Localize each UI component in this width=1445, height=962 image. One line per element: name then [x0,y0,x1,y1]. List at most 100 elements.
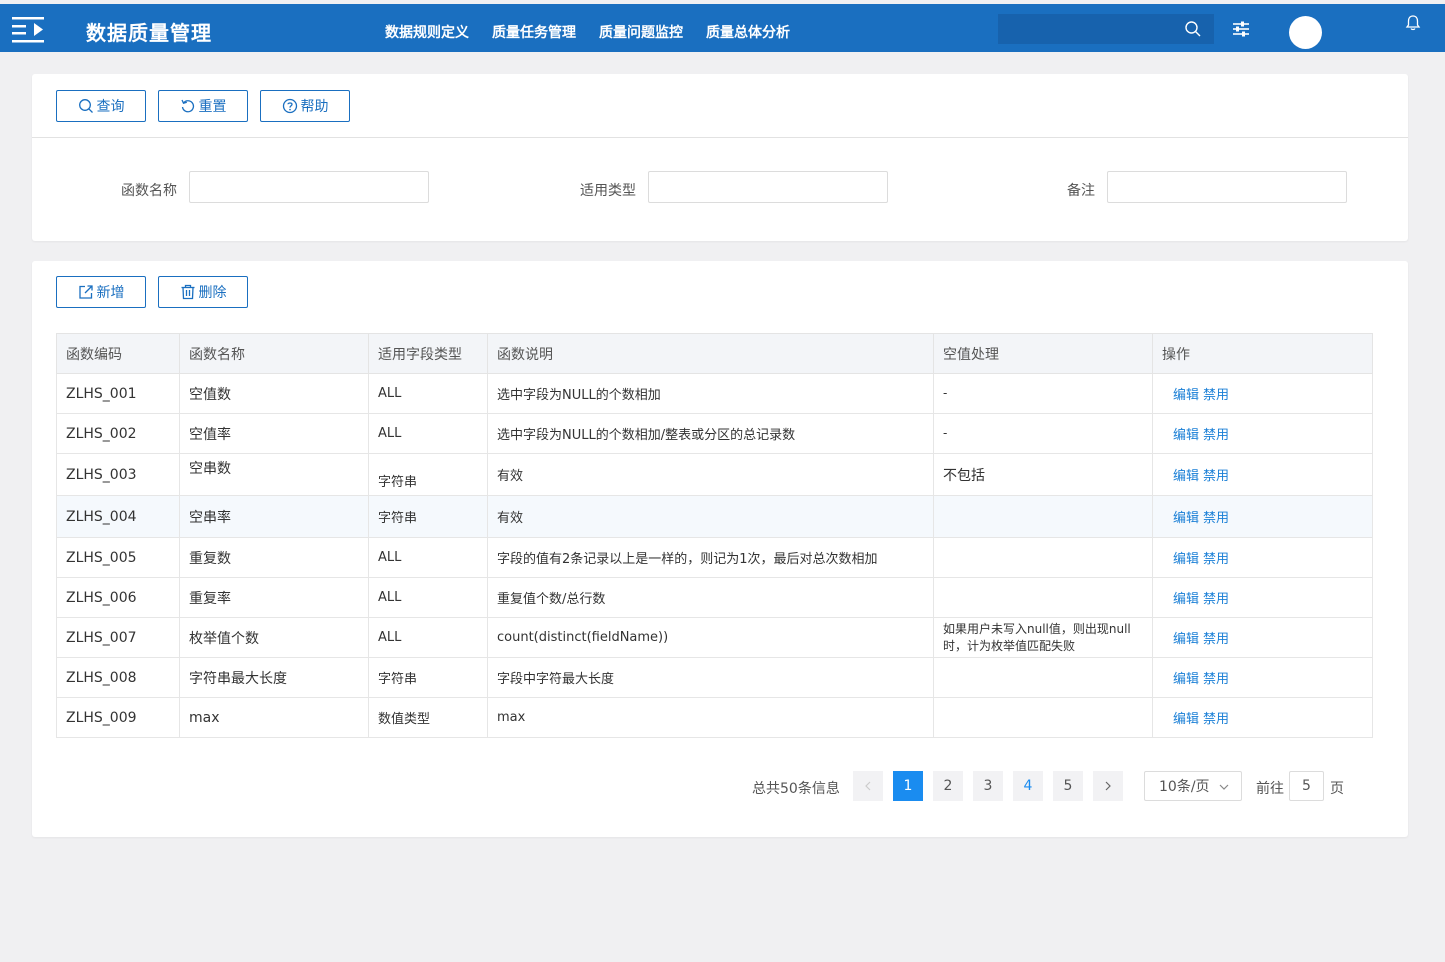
external-link-icon [78,285,93,299]
cell-type: ALL [368,577,488,618]
apply-type-input[interactable] [648,171,888,203]
cell-name: max [179,697,369,738]
function-table: 函数编码 函数名称 适用字段类型 函数说明 空值处理 操作 ZLHS_001 空… [56,333,1373,738]
query-button[interactable]: 查询 [56,90,146,122]
page-size-select[interactable]: 10条/页 [1144,771,1242,801]
delete-button[interactable]: 删除 [158,276,248,308]
disable-link[interactable]: 禁用 [1203,428,1229,443]
cell-null: - [933,373,1153,414]
cell-null [933,657,1153,698]
table-row[interactable]: ZLHS_002 空值率 ALL 选中字段为NULL的个数相加/整表或分区的总记… [56,413,1373,454]
edit-link[interactable]: 编辑 [1173,388,1199,403]
page-button-1[interactable]: 1 [893,771,923,801]
disable-link[interactable]: 禁用 [1203,632,1229,647]
edit-link[interactable]: 编辑 [1173,552,1199,567]
page-button-3[interactable]: 3 [973,771,1003,801]
edit-link[interactable]: 编辑 [1173,592,1199,607]
help-circle-icon [282,98,297,114]
prev-page-button[interactable] [853,771,883,801]
cell-code: ZLHS_008 [56,657,180,698]
search-icon[interactable] [1184,20,1202,38]
chevron-down-icon [1219,784,1229,790]
cell-type: 字符串 [368,657,488,698]
disable-link[interactable]: 禁用 [1203,511,1229,526]
reset-button[interactable]: 重置 [158,90,248,122]
page-button-2[interactable]: 2 [933,771,963,801]
trash-icon [181,284,194,300]
cell-type: ALL [368,617,488,658]
cell-null [933,577,1153,618]
nav-issue-monitoring[interactable]: 质量问题监控 [599,22,683,42]
query-button-label: 查询 [96,99,125,115]
help-button-label: 帮助 [300,99,329,115]
table-row[interactable]: ZLHS_004 空串率 字符串 有效 编辑 禁用 [56,495,1373,538]
table-row[interactable]: ZLHS_001 空值数 ALL 选中字段为NULL的个数相加 - 编辑 禁用 [56,373,1373,414]
search-icon [78,99,93,113]
cell-code: ZLHS_009 [56,697,180,738]
filter-panel: 查询 重置 帮助 函数名称 适用类型 备注 [32,74,1408,241]
menu-toggle-icon[interactable] [10,14,46,44]
col-header-null[interactable]: 空值处理 [933,333,1153,374]
cell-desc: 选中字段为NULL的个数相加 [487,373,934,414]
help-button[interactable]: 帮助 [260,90,350,122]
delete-button-label: 删除 [198,285,227,301]
edit-link[interactable]: 编辑 [1173,469,1199,484]
user-avatar[interactable] [1289,16,1322,49]
cell-desc: 字段中字符最大长度 [487,657,934,698]
table-row[interactable]: ZLHS_007 枚举值个数 ALL count(distinct(fieldN… [56,617,1373,658]
edit-link[interactable]: 编辑 [1173,672,1199,687]
col-header-name[interactable]: 函数名称 [179,333,369,374]
next-page-button[interactable] [1093,771,1123,801]
edit-link[interactable]: 编辑 [1173,511,1199,526]
app-title: 数据质量管理 [86,21,212,45]
cell-ops: 编辑 禁用 [1152,657,1373,698]
cell-ops: 编辑 禁用 [1152,453,1373,496]
col-header-desc[interactable]: 函数说明 [487,333,934,374]
cell-null: 如果用户未写入null值，则出现null时，计为枚举值匹配失败 [933,617,1153,658]
remark-input[interactable] [1107,171,1347,203]
disable-link[interactable]: 禁用 [1203,469,1229,484]
disable-link[interactable]: 禁用 [1203,712,1229,727]
table-row[interactable]: ZLHS_003 空串数 字符串 有效 不包括 编辑 禁用 [56,453,1373,496]
search-input[interactable] [998,14,1214,44]
table-header: 函数编码 函数名称 适用字段类型 函数说明 空值处理 操作 [56,333,1373,374]
cell-null: - [933,413,1153,454]
disable-link[interactable]: 禁用 [1203,388,1229,403]
table-row[interactable]: ZLHS_006 重复率 ALL 重复值个数/总行数 编辑 禁用 [56,577,1373,618]
disable-link[interactable]: 禁用 [1203,672,1229,687]
cell-type: 字符串 [368,495,488,538]
nav-task-management[interactable]: 质量任务管理 [492,22,576,42]
goto-page-input[interactable]: 5 [1289,771,1324,801]
cell-name: 重复数 [179,537,369,578]
disable-link[interactable]: 禁用 [1203,552,1229,567]
table-row[interactable]: ZLHS_005 重复数 ALL 字段的值有2条记录以上是一样的，则记为1次，最… [56,537,1373,578]
table-row[interactable]: ZLHS_009 max 数值类型 max 编辑 禁用 [56,697,1373,738]
page-button-5[interactable]: 5 [1053,771,1083,801]
refresh-icon [180,99,194,113]
func-name-label: 函数名称 [121,183,177,199]
cell-code: ZLHS_007 [56,617,180,658]
edit-link[interactable]: 编辑 [1173,632,1199,647]
col-header-code[interactable]: 函数编码 [56,333,180,374]
func-name-input[interactable] [189,171,429,203]
cell-ops: 编辑 禁用 [1152,373,1373,414]
cell-name: 空串率 [179,495,369,538]
remark-label: 备注 [1067,183,1095,199]
col-header-type[interactable]: 适用字段类型 [368,333,488,374]
nav-rule-definition[interactable]: 数据规则定义 [385,22,469,42]
page-button-4[interactable]: 4 [1013,771,1043,801]
notification-bell-icon[interactable] [1404,14,1422,32]
filter-settings-icon[interactable] [1232,20,1250,38]
table-row[interactable]: ZLHS_008 字符串最大长度 字符串 字段中字符最大长度 编辑 禁用 [56,657,1373,698]
page-size-value: 10条/页 [1159,779,1210,795]
chevron-right-icon [1105,781,1111,791]
disable-link[interactable]: 禁用 [1203,592,1229,607]
edit-link[interactable]: 编辑 [1173,712,1199,727]
edit-link[interactable]: 编辑 [1173,428,1199,443]
cell-name: 空串数 [179,453,369,496]
cell-desc: 有效 [487,453,934,496]
nav-overall-analysis[interactable]: 质量总体分析 [706,22,790,42]
cell-desc: 有效 [487,495,934,538]
add-button[interactable]: 新增 [56,276,146,308]
cell-ops: 编辑 禁用 [1152,495,1373,538]
